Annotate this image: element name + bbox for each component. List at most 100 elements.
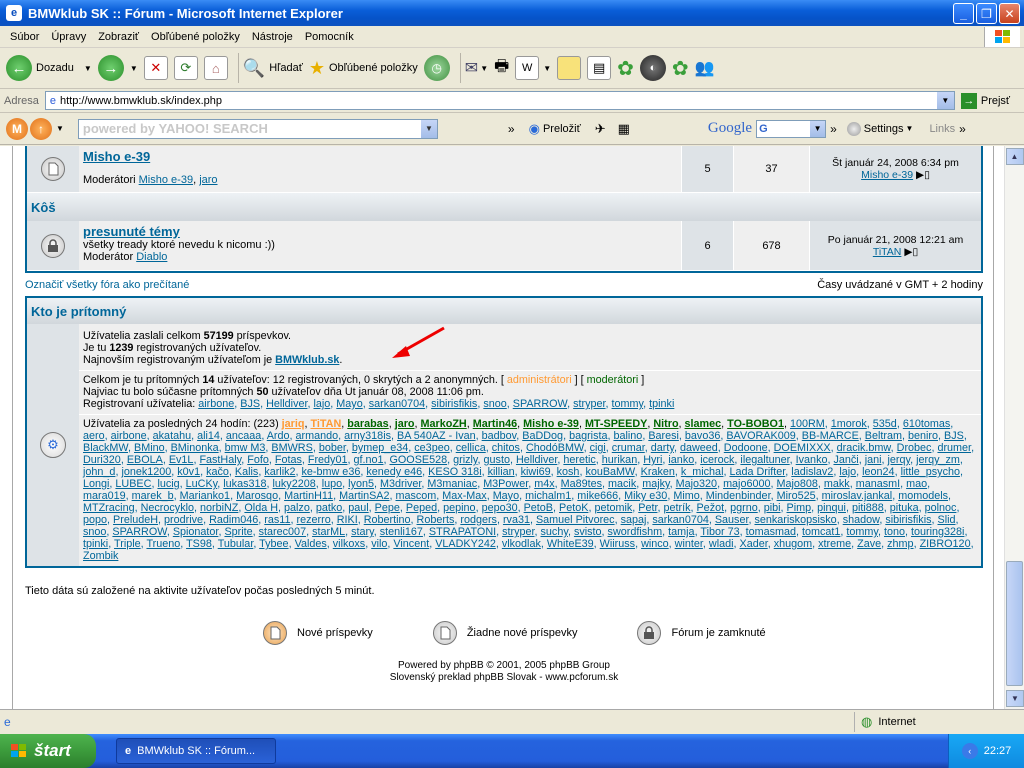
user-link[interactable]: lyon5 [348,478,374,490]
more-chevron-icon[interactable]: » [508,122,515,136]
mail-button[interactable]: ✉ ▼ [465,51,488,85]
user-link[interactable]: SPARROW [513,398,567,410]
user-link[interactable]: prodrive [164,514,203,526]
user-link[interactable]: BAVORAK009 [726,430,795,442]
user-link[interactable]: Ardo [267,430,290,442]
user-link[interactable]: Janči [833,454,858,466]
user-link[interactable]: TS98 [186,538,212,550]
user-link[interactable]: kačo [206,466,229,478]
user-link[interactable]: ilegaltuner [740,454,789,466]
user-link[interactable]: BlackMW [83,442,128,454]
user-link[interactable]: EBOLA [127,454,163,466]
user-link[interactable]: crumar [612,442,645,454]
user-link[interactable]: badbov [482,430,517,442]
history-button[interactable]: ◷ [423,51,450,85]
google-search-input[interactable]: G ▼ [756,119,827,138]
moderators-link[interactable]: moderátori [587,374,639,386]
user-link[interactable]: bagrista [569,430,607,442]
user-link[interactable]: grizly [453,454,477,466]
user-link[interactable]: gusto [484,454,510,466]
discuss-button[interactable] [557,51,582,85]
user-link[interactable]: balino [613,430,642,442]
user-link[interactable]: senkariskopsisko [754,514,836,526]
user-link[interactable]: MartinH11 [284,490,333,502]
user-link[interactable]: Radim046 [209,514,258,526]
user-link[interactable]: VLADKY242 [435,538,496,550]
links-chevron-icon[interactable]: » [959,122,966,136]
user-link[interactable]: WhiteE39 [547,538,594,550]
user-link[interactable]: Fotas [275,454,302,466]
menu-help[interactable]: Pomocník [299,31,360,43]
user-link[interactable]: stenli167 [380,526,423,538]
user-link[interactable]: polnoc [925,502,957,514]
settings-button[interactable]: Settings [864,123,904,135]
close-button[interactable]: ✕ [999,3,1020,24]
user-link[interactable]: jonek1200 [121,466,171,478]
user-link[interactable]: Xader [740,538,768,550]
forward-dropdown-icon[interactable]: ▼ [130,64,138,73]
user-link[interactable]: piti888 [852,502,884,514]
user-link[interactable]: Spionator [173,526,219,538]
yahoo-up-icon[interactable]: ↑ [30,117,52,140]
start-button[interactable]: štart [0,734,96,768]
user-link[interactable]: luky2208 [273,478,316,490]
user-link[interactable]: stryper [502,526,534,538]
user-link[interactable]: touring328i [911,526,964,538]
media-button[interactable]: ◐ [639,51,666,85]
yahoo-search-input[interactable]: powered by YAHOO! SEARCH ▼ [77,118,438,139]
who-is-online-title[interactable]: Kto je prítomný [31,304,126,319]
user-link[interactable]: Valdes [295,538,327,550]
scroll-up-icon[interactable]: ▲ [1005,148,1024,165]
user-link[interactable]: 535d [873,418,897,430]
user-link[interactable]: dracik.bmw [837,442,891,454]
edit-button[interactable]: W ▼ [515,51,551,85]
user-link[interactable]: DOEMIXXX [774,442,831,454]
user-link[interactable]: Helldiver [266,398,307,410]
user-link[interactable]: Baresi [648,430,679,442]
yahoo-dropdown-icon[interactable]: ▼ [56,124,64,133]
user-link[interactable]: PreludeH [113,514,158,526]
user-link[interactable]: tpinki [83,538,108,550]
user-link[interactable]: Sprite [224,526,252,538]
administrators-link[interactable]: administrátori [507,374,572,386]
user-link[interactable]: lajo [313,398,330,410]
user-link[interactable]: ZIBRO120 [920,538,971,550]
user-link[interactable]: xtreme [818,538,851,550]
user-link[interactable]: Hyri [643,454,662,466]
user-link[interactable]: zhmp [887,538,913,550]
user-link[interactable]: Nitro [653,418,678,430]
user-link[interactable]: snoo [83,526,106,538]
forum-title-link[interactable]: presunuté témy [83,224,677,239]
user-link[interactable]: lukas318 [223,478,266,490]
user-link[interactable]: arny318is [344,430,391,442]
user-link[interactable]: majky [642,478,669,490]
user-link[interactable]: sarkan0704 [369,398,425,410]
user-link[interactable]: starec007 [259,526,306,538]
menu-edit[interactable]: Úpravy [45,31,92,43]
user-link[interactable]: patko [316,502,342,514]
user-link[interactable]: Ivanko [796,454,828,466]
moderator-link[interactable]: Diablo [136,251,167,263]
user-link[interactable]: jani [865,454,882,466]
user-link[interactable]: Lada Drifter [729,466,785,478]
user-link[interactable]: majo6000 [723,478,770,490]
user-link[interactable]: airbone [198,398,234,410]
user-link[interactable]: Fofo [247,454,269,466]
user-link[interactable]: BJS [240,398,260,410]
user-link[interactable]: Zombik [83,550,118,562]
print-button[interactable]: 🖶 [494,51,509,85]
last24-users-list[interactable]: 100RM, 1morok, 535d, 610tomas, aero, air… [83,418,974,562]
user-link[interactable]: mara019 [83,490,126,502]
user-link[interactable]: norbiNZ [200,502,238,514]
user-link[interactable]: 100RM [790,418,825,430]
user-link[interactable]: Robertino [364,514,411,526]
user-link[interactable]: k_michal [681,466,724,478]
user-link[interactable]: mao [906,478,927,490]
user-link[interactable]: BJS [944,430,964,442]
user-link[interactable]: rezerro [297,514,331,526]
user-link[interactable]: ChodóBMW [526,442,584,454]
go-button[interactable]: → Prejsť [960,92,1010,109]
user-link[interactable]: pepino [443,502,475,514]
scroll-thumb[interactable] [1006,561,1023,686]
user-link[interactable]: paul [348,502,368,514]
